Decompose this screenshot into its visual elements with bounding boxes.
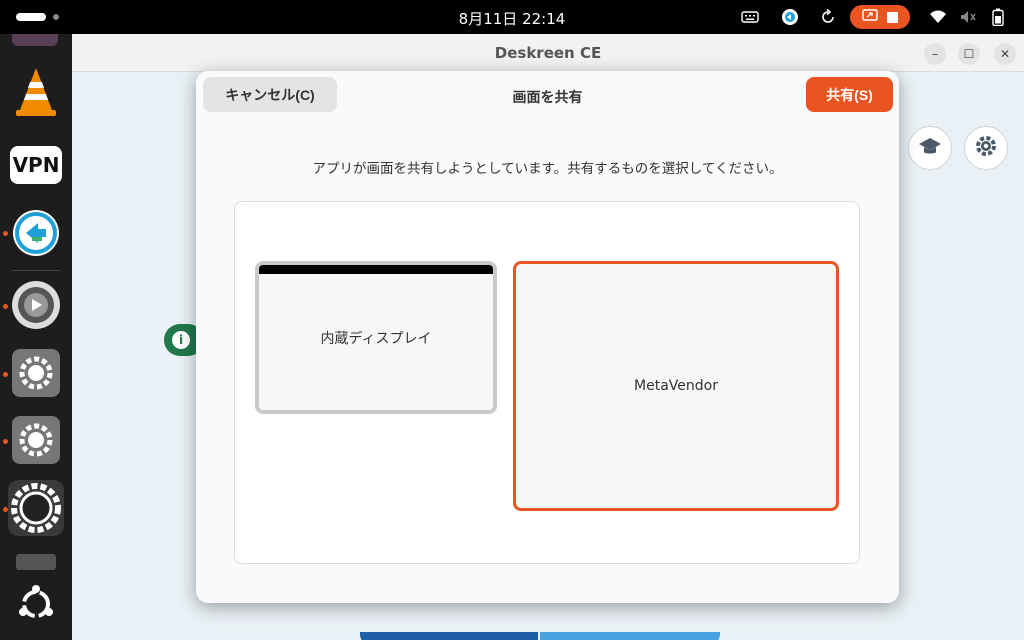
tutorial-button[interactable] [908,126,952,170]
monitor-topbar-preview [259,265,493,274]
remote-desktop-icon[interactable] [8,205,64,261]
battery-icon[interactable] [988,7,1008,27]
source-label: MetaVendor [634,378,718,394]
gear-icon [974,134,998,162]
minimize-button[interactable]: – [924,43,946,65]
activities-indicator[interactable] [16,13,46,21]
volume-muted-icon[interactable] [958,7,978,27]
top-bar: 8月11日 22:14 [0,0,1024,34]
app-title: Deskreen CE [494,44,602,62]
app-titlebar: Deskreen CE – ☐ ✕ [72,34,1024,72]
ubuntu-apps-icon[interactable] [8,576,64,632]
dialog-description: アプリが画面を共有しようとしています。共有するものを選択してください。 [312,161,783,177]
settings-gear-icon[interactable] [8,277,64,333]
settings-gear-icon[interactable] [8,345,64,401]
share-screen-dialog: キャンセル(C) 画面を共有 共有(S) アプリが画面を共有しようとしています。… [196,71,899,603]
settings-gear-icon[interactable] [8,412,64,468]
maximize-button[interactable]: ☐ [958,43,980,65]
settings-button[interactable] [964,126,1008,170]
dock-separator [12,270,60,271]
share-button[interactable]: 共有(S) [806,77,893,112]
bottom-button-left[interactable] [360,632,538,640]
keyboard-icon[interactable] [740,7,760,27]
dialog-header: キャンセル(C) 画面を共有 共有(S) [196,71,899,121]
wifi-icon[interactable] [928,7,948,27]
desktop: 8月11日 22:14 VPN Deskreen CE – ☐ ✕ i キャンセ… [0,0,1024,640]
bottom-button-right[interactable] [540,632,720,640]
workspace-dot [53,14,59,20]
deskreen-tray-icon[interactable] [780,7,800,27]
vpn-label: VPN [12,153,60,177]
source-list: 内蔵ディスプレイ MetaVendor [234,201,860,564]
stop-icon[interactable] [886,11,898,23]
vlc-icon[interactable] [8,64,64,120]
dock: VPN [0,34,72,640]
info-icon: i [172,331,190,349]
close-button[interactable]: ✕ [994,43,1016,65]
dock-item-partial[interactable] [12,34,58,46]
source-builtin-display[interactable]: 内蔵ディスプレイ [255,261,497,414]
refresh-icon[interactable] [818,7,838,27]
screen-share-icon [862,8,878,27]
clock[interactable]: 8月11日 22:14 [459,10,566,28]
screen-share-indicator[interactable] [850,5,910,29]
source-metavendor[interactable]: MetaVendor [513,261,839,511]
vpn-icon: VPN [10,146,62,184]
cancel-button[interactable]: キャンセル(C) [203,77,337,112]
deskreen-icon[interactable] [8,480,64,536]
dock-item-partial[interactable] [16,554,56,570]
source-label: 内蔵ディスプレイ [320,330,432,347]
vpn-app[interactable]: VPN [8,137,64,193]
graduation-cap-icon [918,136,942,160]
